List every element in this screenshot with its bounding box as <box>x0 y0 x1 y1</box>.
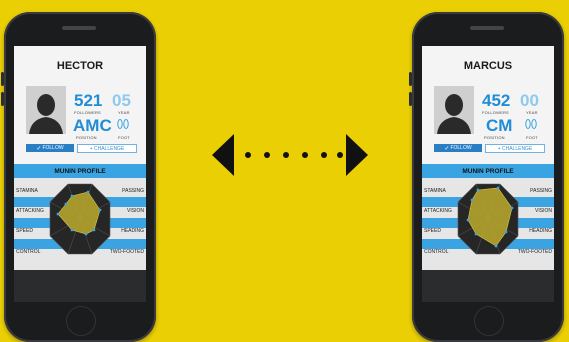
phone-left: HECTOR 521 FOLLOWERS 05 YEAR AMC POSITIO… <box>1 12 156 342</box>
player-name: MARCUS <box>463 60 513 72</box>
follow-label: FOLLOW <box>450 145 472 151</box>
footprints-icon <box>525 119 537 129</box>
year-value: 00 <box>520 91 539 110</box>
section-title: MUNIN PROFILE <box>14 164 146 178</box>
year-value: 05 <box>112 91 131 110</box>
attribute-label: HEADING <box>529 228 552 234</box>
attribute-label: TWO-FOOTED <box>517 249 552 255</box>
follow-button[interactable]: ✓ FOLLOW <box>26 144 74 152</box>
volume-button <box>409 72 412 86</box>
position-label: POSITION <box>484 135 505 140</box>
checkmark-icon: ✓ <box>444 145 450 152</box>
position-value: CM <box>486 116 513 135</box>
avatar <box>434 86 474 134</box>
foot-label: FOOT <box>118 135 130 140</box>
avatar <box>26 86 66 134</box>
radar-chart <box>457 183 519 255</box>
munin-profile-panel: MUNIN PROFILE STAMINA ATTACKING SPEED CO… <box>422 164 554 270</box>
volume-button <box>1 92 4 106</box>
home-button[interactable] <box>474 306 504 336</box>
bottom-bar <box>14 270 146 302</box>
bottom-bar <box>422 270 554 302</box>
profile-screen: HECTOR 521 FOLLOWERS 05 YEAR AMC POSITIO… <box>14 46 146 302</box>
attribute-label: PASSING <box>530 188 552 194</box>
followers-label: FOLLOWERS <box>482 110 509 115</box>
home-button[interactable] <box>66 306 96 336</box>
follow-label: FOLLOW <box>42 145 64 151</box>
attribute-label: SPEED <box>16 228 33 234</box>
followers-count: 521 <box>74 91 103 110</box>
double-arrow-icon <box>212 134 368 176</box>
followers-label: FOLLOWERS <box>74 110 101 115</box>
challenge-label: + CHALLENGE <box>497 145 533 152</box>
year-label: YEAR <box>526 110 538 115</box>
volume-button <box>1 72 4 86</box>
attribute-label: STAMINA <box>424 188 446 194</box>
person-silhouette-icon <box>26 86 66 134</box>
position-label: POSITION <box>76 135 97 140</box>
attribute-label: TWO-FOOTED <box>109 249 144 255</box>
earpiece <box>470 26 504 30</box>
attribute-label: VISION <box>127 208 144 214</box>
attribute-label: CONTROL <box>424 249 449 255</box>
attribute-label: ATTACKING <box>16 208 44 214</box>
section-title: MUNIN PROFILE <box>422 164 554 178</box>
foot-label: FOOT <box>526 135 538 140</box>
attribute-label: SPEED <box>424 228 441 234</box>
attribute-label: PASSING <box>122 188 144 194</box>
radar-chart <box>49 183 111 255</box>
footprints-icon <box>117 119 129 129</box>
position-value: AMC <box>73 116 112 135</box>
attribute-label: ATTACKING <box>424 208 452 214</box>
profile-screen: MARCUS 452 FOLLOWERS 00 YEAR CM POSITION… <box>422 46 554 302</box>
follow-button[interactable]: ✓ FOLLOW <box>434 144 482 152</box>
person-silhouette-icon <box>434 86 474 134</box>
challenge-button[interactable]: + CHALLENGE <box>485 144 545 153</box>
attribute-label: CONTROL <box>16 249 41 255</box>
volume-button <box>409 92 412 106</box>
player-name: HECTOR <box>56 60 104 72</box>
phone-right: MARCUS 452 FOLLOWERS 00 YEAR CM POSITION… <box>409 12 564 342</box>
followers-count: 452 <box>482 91 511 110</box>
challenge-label: + CHALLENGE <box>89 145 125 152</box>
year-label: YEAR <box>118 110 130 115</box>
attribute-label: STAMINA <box>16 188 38 194</box>
attribute-label: HEADING <box>121 228 144 234</box>
attribute-label: VISION <box>535 208 552 214</box>
checkmark-icon: ✓ <box>36 145 42 152</box>
munin-profile-panel: MUNIN PROFILE STAMINA ATTACKING SPEED CO… <box>14 164 146 270</box>
challenge-button[interactable]: + CHALLENGE <box>77 144 137 153</box>
earpiece <box>62 26 96 30</box>
